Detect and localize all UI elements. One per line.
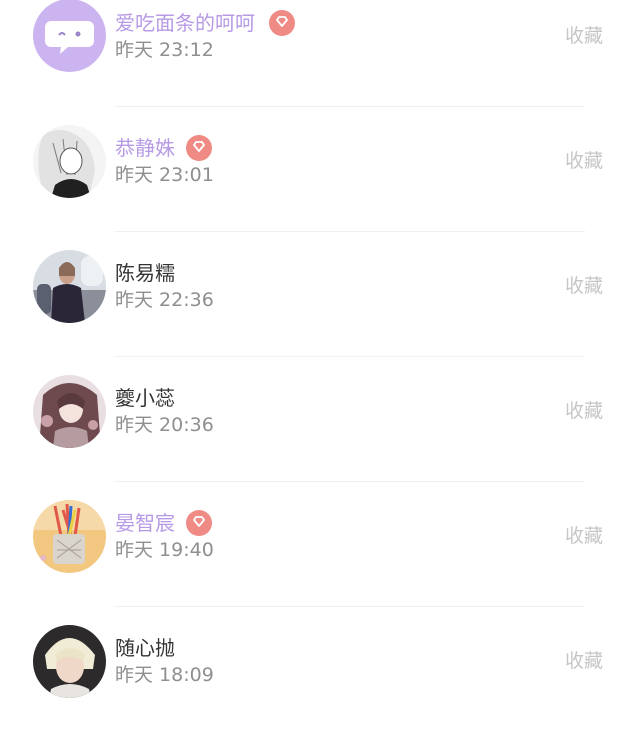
username[interactable]: 随心抛 [115,636,175,660]
favorite-button[interactable]: 收藏 [565,399,603,423]
avatar[interactable] [33,625,106,698]
blonde-person-photo [33,625,106,698]
timestamp: 昨天 20:36 [115,414,214,436]
user-list: 爱吃面条的呵呵 昨天 23:12 收藏 恭静姝 昨天 23:01 收藏 陈易糯 … [0,0,640,712]
favorite-button[interactable]: 收藏 [565,274,603,298]
divider [115,231,585,232]
list-item[interactable]: 夔小蕊 昨天 20:36 收藏 [0,375,640,500]
divider [115,606,585,607]
list-item[interactable]: 陈易糯 昨天 22:36 收藏 [0,250,640,375]
anime-girl-portrait [33,375,106,448]
divider [115,106,585,107]
avatar[interactable] [33,0,106,72]
avatar[interactable] [33,375,106,448]
avatar[interactable] [33,125,106,198]
favorite-button[interactable]: 收藏 [565,149,603,173]
list-item[interactable]: 晏智宸 昨天 19:40 收藏 [0,500,640,625]
favorite-button[interactable]: 收藏 [565,24,603,48]
avatar[interactable] [33,500,106,573]
list-item[interactable]: 爱吃面条的呵呵 昨天 23:12 收藏 [0,0,640,125]
username[interactable]: 陈易糯 [115,261,175,285]
seated-person-photo [33,250,106,323]
pencil-cup-photo [33,500,106,573]
username[interactable]: 爱吃面条的呵呵 [115,11,255,35]
vip-diamond-icon [186,135,212,161]
vip-diamond-icon [269,10,295,36]
list-item[interactable]: 随心抛 昨天 18:09 收藏 [0,625,640,750]
timestamp: 昨天 22:36 [115,289,214,311]
username[interactable]: 恭静姝 [115,136,175,160]
chat-bubble-icon [33,0,106,72]
favorite-button[interactable]: 收藏 [565,524,603,548]
vip-diamond-icon [186,510,212,536]
manga-portrait [33,125,106,198]
timestamp: 昨天 23:01 [115,164,214,186]
timestamp: 昨天 19:40 [115,539,214,561]
avatar[interactable] [33,250,106,323]
username[interactable]: 晏智宸 [115,511,175,535]
favorite-button[interactable]: 收藏 [565,649,603,673]
divider [115,481,585,482]
timestamp: 昨天 23:12 [115,39,214,61]
timestamp: 昨天 18:09 [115,664,214,686]
list-item[interactable]: 恭静姝 昨天 23:01 收藏 [0,125,640,250]
divider [115,356,585,357]
username[interactable]: 夔小蕊 [115,386,175,410]
